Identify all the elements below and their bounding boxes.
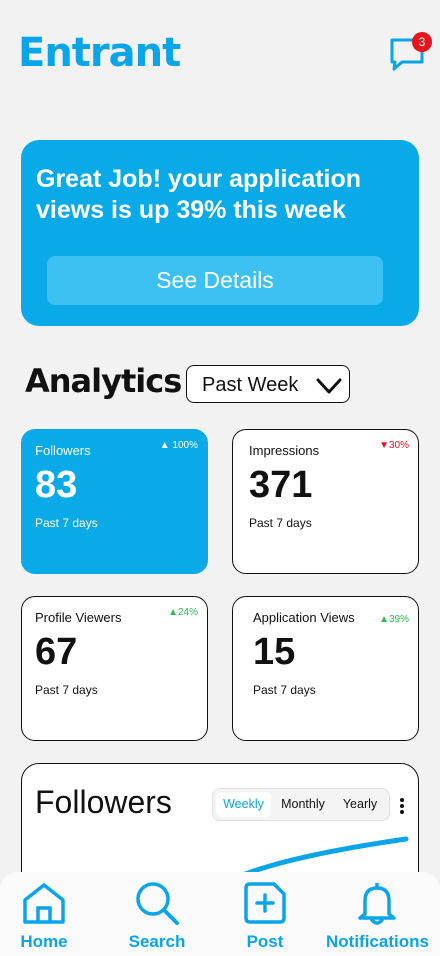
period-dropdown-value: Past Week [202,374,299,396]
range-yearly[interactable]: Yearly [334,792,386,817]
nav-notifications[interactable]: Notifications [326,880,429,952]
stat-value: 15 [253,631,296,673]
range-toggle: Weekly Monthly Yearly [212,788,390,821]
stat-trend: ▲24% [168,607,198,618]
app-logo[interactable]: Entrant [18,30,181,76]
stat-label: Profile Viewers [35,610,122,625]
stat-trend-value: 30% [388,440,409,451]
stat-card-impressions[interactable]: Impressions ▼30% 371 Past 7 days [232,429,419,574]
stat-trend: ▼30% [379,440,409,451]
analytics-heading: Analytics [25,362,182,400]
stat-label: Impressions [249,443,320,458]
nav-label: Post [246,932,284,951]
stat-period: Past 7 days [253,683,316,697]
nav-label: Search [128,932,186,951]
stat-card-application-views[interactable]: Application Views ▲39% 15 Past 7 days [232,596,419,741]
nav-label: Notifications [326,932,429,951]
chart-title: Followers [35,784,172,820]
stat-trend-value: 100% [172,440,198,451]
achievement-banner: Great Job! your application views is up … [21,140,419,326]
app-header: Entrant 3 [0,0,440,110]
range-monthly[interactable]: Monthly [273,792,333,817]
chevron-down-icon [316,378,342,394]
banner-message: Great Job! your application views is up … [36,165,362,224]
nav-search[interactable]: Search [126,880,188,952]
messages-button[interactable]: 3 [388,32,432,74]
period-dropdown[interactable]: Past Week [186,365,350,403]
home-icon [23,883,65,924]
stat-period: Past 7 days [35,516,98,530]
add-post-icon [244,882,286,924]
nav-home[interactable]: Home [18,880,70,952]
stat-trend: ▲ 100% [159,440,198,451]
stat-card-followers[interactable]: Followers ▲ 100% 83 Past 7 days [21,429,208,574]
stat-value: 371 [249,464,313,506]
bottom-navigation: Home Search Post Notifications [0,872,440,956]
nav-post[interactable]: Post [240,880,290,952]
stat-value: 67 [35,631,78,673]
nav-label: Home [20,932,68,951]
stat-label: Followers [35,443,91,458]
stat-trend: ▲39% [379,614,409,625]
stat-period: Past 7 days [249,516,312,530]
stat-trend-value: 39% [388,614,409,625]
stat-period: Past 7 days [35,683,98,697]
range-weekly[interactable]: Weekly [216,792,271,817]
stat-card-profile-viewers[interactable]: Profile Viewers ▲24% 67 Past 7 days [21,596,208,741]
stat-trend-value: 24% [177,607,198,618]
see-details-button[interactable]: See Details [47,256,383,305]
stat-label: Application Views [253,610,355,625]
more-options-icon[interactable] [399,797,405,815]
messages-badge: 3 [412,32,432,52]
stat-value: 83 [35,464,78,506]
bell-icon [358,883,396,925]
search-icon [136,882,179,925]
